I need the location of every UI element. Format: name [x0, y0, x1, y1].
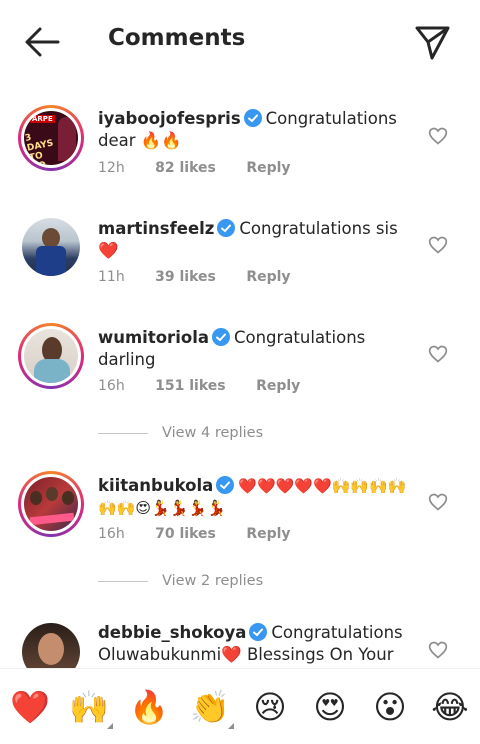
comment-time: 16h	[98, 526, 125, 542]
emoji-quick-bar: ❤️ 🙌 🔥 👏 😢 😍 😮 😂	[0, 668, 480, 744]
view-replies-button[interactable]: View 4 replies	[98, 425, 263, 441]
verified-badge-icon	[216, 476, 235, 494]
view-replies-button[interactable]: View 2 replies	[98, 573, 263, 589]
verified-badge-icon	[211, 328, 230, 346]
comment-username[interactable]: debbie_shokoya	[98, 623, 246, 642]
reply-button[interactable]: Reply	[246, 160, 290, 176]
comment-item: kiitanbukola ❤️❤️❤️❤️❤️🙌🙌🙌🙌🙌🙌😍💃💃💃💃 16h 70…	[0, 467, 480, 557]
like-heart-icon[interactable]	[428, 640, 448, 660]
comment-username[interactable]: iyaboojofespris	[98, 109, 241, 128]
avatar-caption: 3 DAYS TO GO	[24, 132, 55, 165]
comment-item: ARPE 3 DAYS TO GO iyaboojofesprisCongrat…	[0, 100, 480, 190]
avatar[interactable]: ARPE 3 DAYS TO GO	[18, 105, 84, 171]
surprised-face-icon[interactable]: 😮	[368, 687, 412, 727]
like-heart-icon[interactable]	[428, 492, 448, 512]
fire-icon[interactable]: 🔥	[127, 687, 171, 727]
direct-send-icon[interactable]	[412, 22, 452, 62]
red-heart-icon[interactable]: ❤️	[8, 687, 52, 727]
tears-of-joy-icon[interactable]: 😂	[428, 687, 472, 727]
comment-username[interactable]: kiitanbukola	[98, 476, 213, 495]
divider-line	[98, 432, 148, 434]
reply-button[interactable]: Reply	[256, 378, 300, 394]
crying-face-icon[interactable]: 😢	[248, 687, 292, 727]
avatar[interactable]	[18, 471, 84, 537]
comment-item: debbie_shokoya Congratulations Oluwabukun…	[0, 615, 480, 668]
top-bar: Comments	[0, 0, 480, 84]
comment-item: martinsfeelz Congratulations sis ❤️ 11h 3…	[0, 210, 480, 300]
view-replies-label: View 4 replies	[162, 425, 264, 441]
verified-badge-icon	[217, 219, 236, 237]
comment-likes[interactable]: 82 likes	[155, 160, 216, 176]
comment-username[interactable]: wumitoriola	[98, 328, 209, 347]
heart-eyes-icon[interactable]: 😍	[308, 687, 352, 727]
comment-item: wumitoriola Congratulations darling 16h 1…	[0, 319, 480, 409]
reply-button[interactable]: Reply	[246, 269, 290, 285]
avatar[interactable]	[22, 623, 80, 668]
reply-button[interactable]: Reply	[246, 526, 290, 542]
verified-badge-icon	[243, 109, 262, 127]
avatar[interactable]	[22, 218, 80, 276]
like-heart-icon[interactable]	[428, 126, 448, 146]
view-replies-label: View 2 replies	[162, 573, 264, 589]
comment-likes[interactable]: 151 likes	[155, 378, 225, 394]
avatar-badge-text: ARPE	[30, 115, 55, 123]
comment-time: 16h	[98, 378, 125, 394]
like-heart-icon[interactable]	[428, 344, 448, 364]
comment-time: 12h	[98, 160, 125, 176]
comment-time: 11h	[98, 269, 125, 285]
back-arrow-icon[interactable]	[22, 24, 62, 60]
clapping-hands-icon[interactable]: 👏	[188, 687, 234, 729]
verified-badge-icon	[249, 623, 268, 641]
comment-username[interactable]: martinsfeelz	[98, 219, 214, 238]
divider-line	[98, 580, 148, 582]
like-heart-icon[interactable]	[428, 235, 448, 255]
comment-likes[interactable]: 39 likes	[155, 269, 216, 285]
raising-hands-icon[interactable]: 🙌	[67, 687, 113, 729]
page-title: Comments	[108, 25, 246, 51]
avatar[interactable]	[18, 323, 84, 389]
comment-likes[interactable]: 70 likes	[155, 526, 216, 542]
